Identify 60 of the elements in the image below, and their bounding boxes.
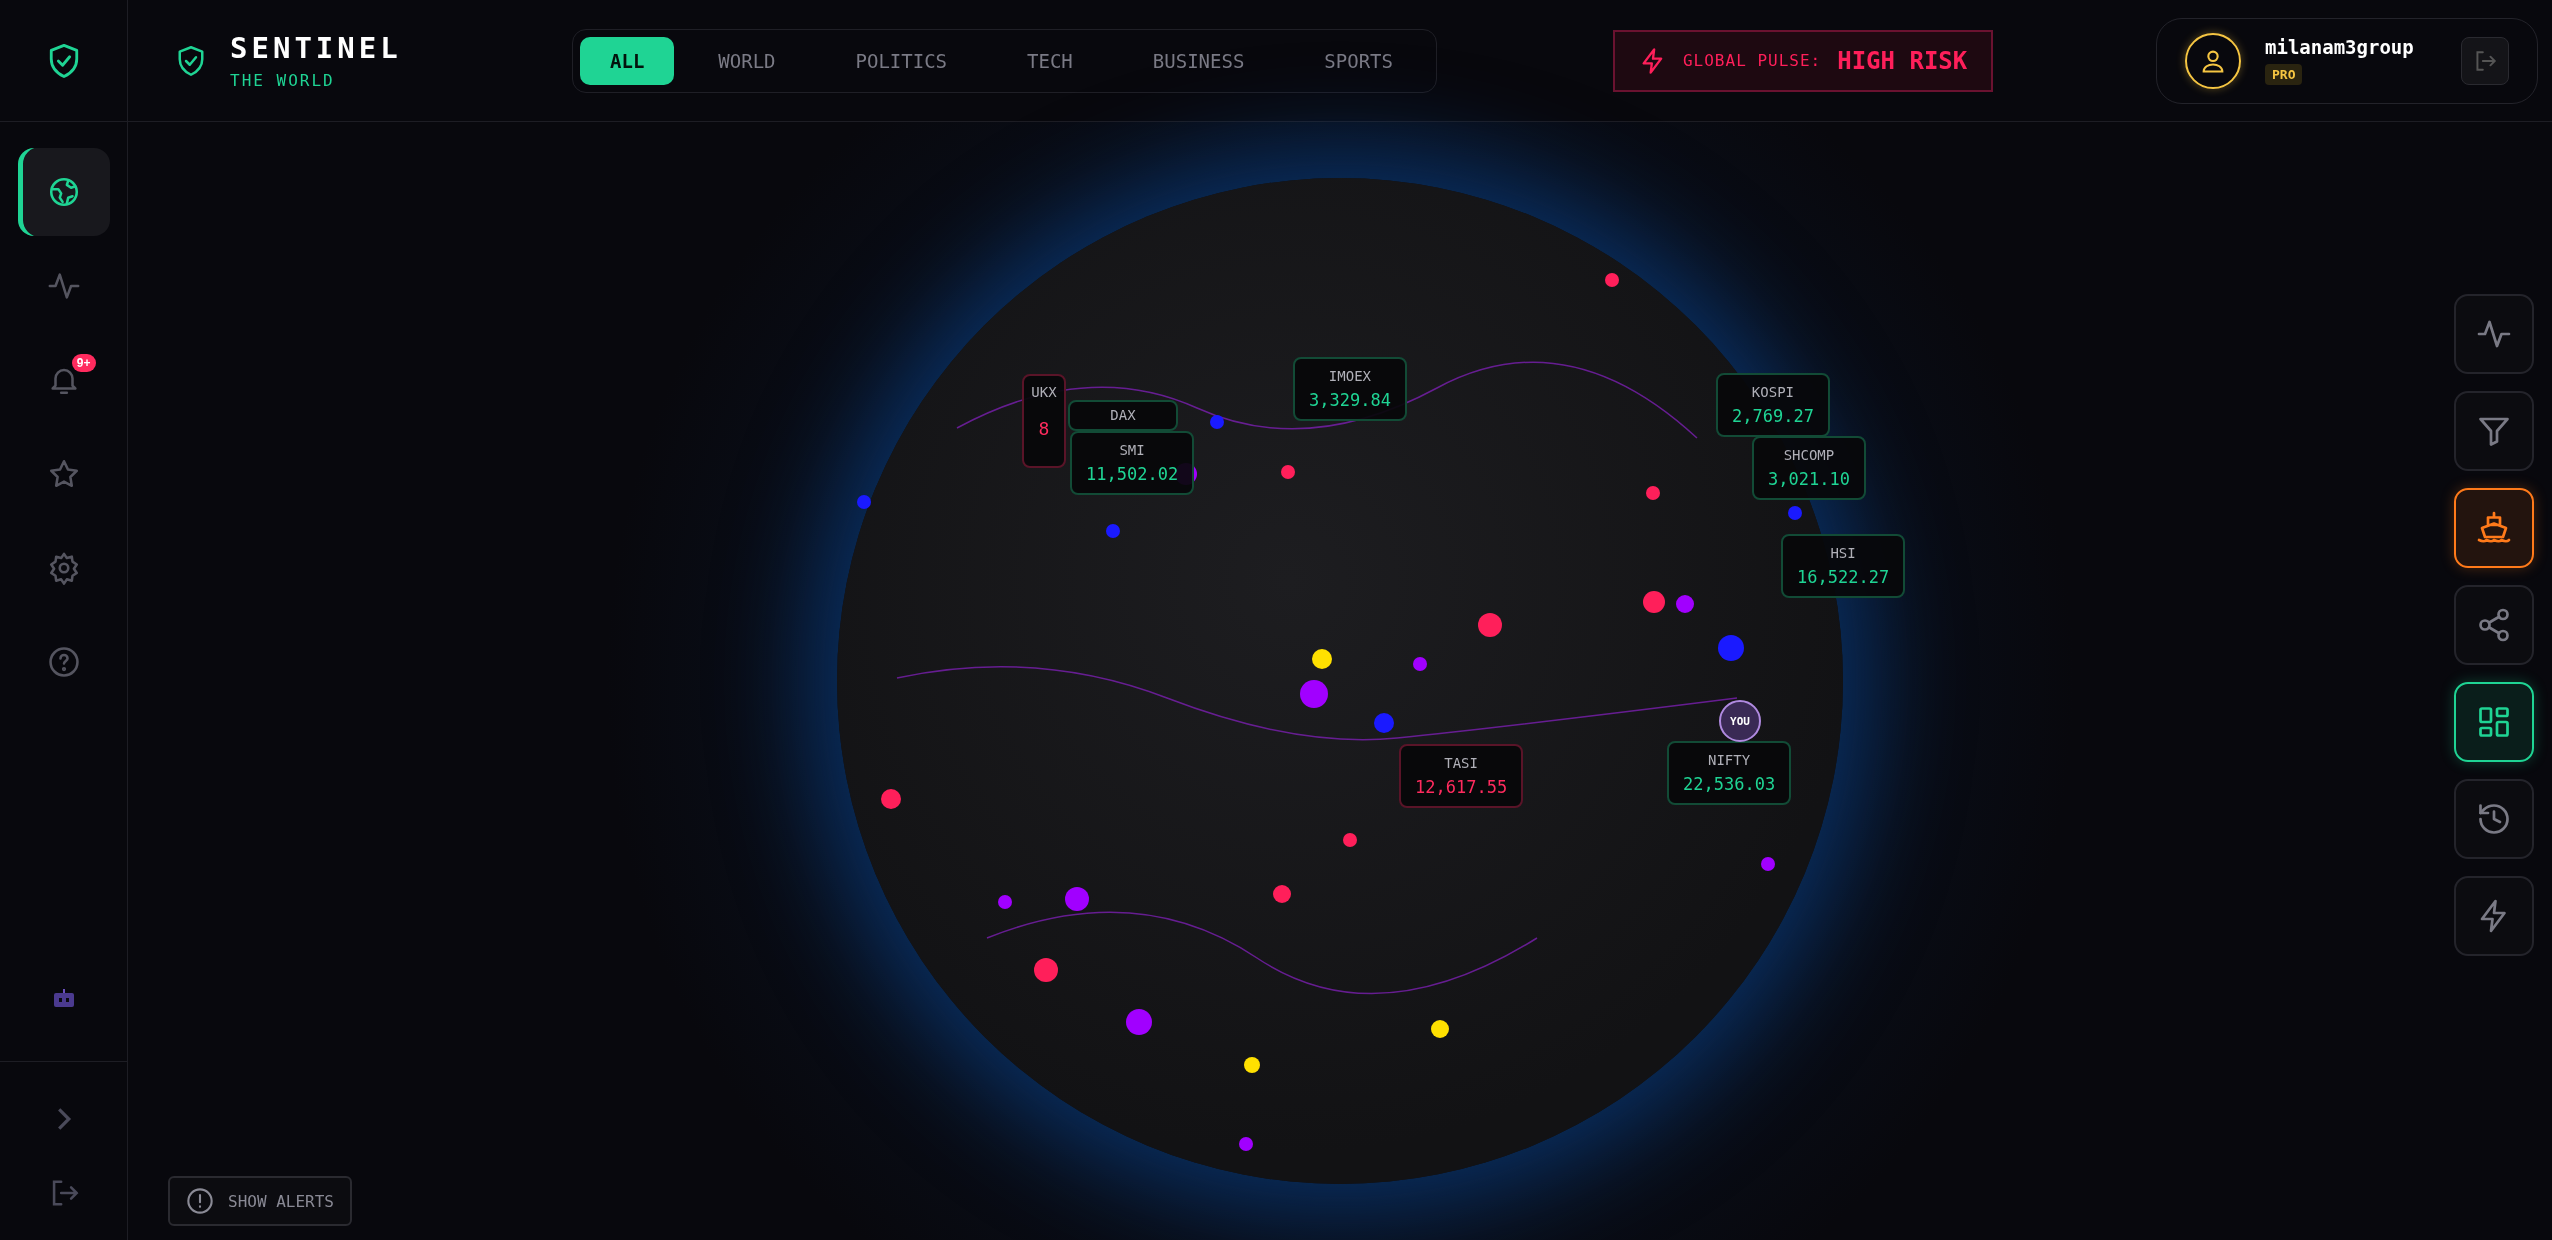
ticker-symbol: DAX <box>1110 407 1136 423</box>
market-ticker-card[interactable]: UKX 8 <box>1022 374 1066 468</box>
plan-badge: PRO <box>2265 64 2303 85</box>
robot-icon[interactable] <box>51 989 76 1009</box>
toolbar-button[interactable] <box>2454 585 2534 665</box>
ticker-value: 11,502.02 <box>1086 464 1179 484</box>
toolbar-button[interactable] <box>2454 488 2534 568</box>
ticker-value: 3,021.10 <box>1768 469 1850 489</box>
pulse-label: GLOBAL PULSE: <box>1682 51 1822 70</box>
ticker-value: 22,536.03 <box>1683 774 1776 794</box>
category-tab[interactable]: SPORTS <box>1288 36 1429 85</box>
sidebar-item[interactable] <box>17 148 110 236</box>
grid-icon <box>2476 704 2512 740</box>
ticker-value: 12,617.55 <box>1415 777 1508 797</box>
category-tab[interactable]: WORLD <box>682 36 812 85</box>
shield-icon <box>176 43 206 78</box>
market-ticker-card[interactable]: SHCOMP 3,021.10 <box>1752 436 1866 500</box>
share-icon <box>2476 607 2512 643</box>
ticker-symbol: TASI <box>1444 755 1478 771</box>
toolbar-button[interactable] <box>2454 391 2534 471</box>
ticker-value: 2,769.27 <box>1732 406 1814 426</box>
market-ticker-card[interactable]: SMI 11,502.02 <box>1070 431 1195 495</box>
market-ticker-card[interactable]: DAX <box>1068 400 1178 431</box>
market-ticker-card[interactable]: TASI 12,617.55 <box>1399 744 1524 808</box>
brand-name: SENTINEL <box>230 31 402 65</box>
ticker-symbol: HSI <box>1830 545 1856 561</box>
toolbar-button[interactable] <box>2454 294 2534 374</box>
notification-badge: 9+ <box>71 354 96 372</box>
ticker-symbol: UKX <box>1031 384 1057 400</box>
ticker-value: 3,329.84 <box>1309 390 1391 410</box>
alert-icon <box>186 1187 214 1215</box>
ticker-symbol: SHCOMP <box>1783 447 1835 463</box>
avatar-icon[interactable] <box>2185 32 2241 89</box>
category-tab[interactable]: POLITICS <box>819 36 984 85</box>
toolbar-button[interactable] <box>2454 876 2534 956</box>
user-name: milanam3group <box>2265 36 2414 58</box>
ticker-symbol: NIFTY <box>1708 752 1751 768</box>
ticker-value: 8 <box>1038 418 1050 439</box>
market-ticker-card[interactable]: NIFTY 22,536.03 <box>1667 741 1792 805</box>
chevron-right-icon[interactable] <box>55 1106 72 1132</box>
pulse-value: HIGH RISK <box>1837 46 1968 75</box>
toolbar-button[interactable] <box>2454 682 2534 762</box>
show-alerts-button[interactable]: SHOW ALERTS <box>168 1176 352 1226</box>
market-ticker-card[interactable]: HSI 16,522.27 <box>1781 534 1906 598</box>
market-ticker-card[interactable]: IMOEX 3,329.84 <box>1293 357 1407 421</box>
help-icon <box>46 645 81 679</box>
history-icon <box>2476 801 2512 837</box>
category-tab[interactable]: TECH <box>991 36 1109 85</box>
ticker-symbol: KOSPI <box>1751 384 1794 400</box>
category-tab[interactable]: BUSINESS <box>1116 36 1281 85</box>
ticker-symbol: SMI <box>1119 442 1145 458</box>
category-tab[interactable]: ALL <box>580 36 675 85</box>
brand-subtitle: THE WORLD <box>230 71 336 90</box>
market-ticker-card[interactable]: KOSPI 2,769.27 <box>1716 373 1830 437</box>
toolbar-button[interactable] <box>2454 779 2534 859</box>
ticker-value: 16,522.27 <box>1797 567 1890 587</box>
ticker-symbol: IMOEX <box>1328 368 1371 384</box>
sidebar-item[interactable]: 9+ <box>17 336 110 424</box>
ship-icon <box>2476 510 2512 546</box>
logout-button[interactable] <box>2461 36 2509 85</box>
